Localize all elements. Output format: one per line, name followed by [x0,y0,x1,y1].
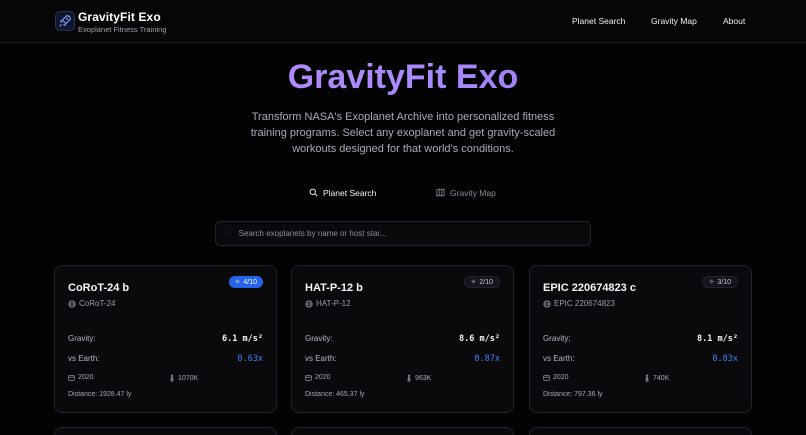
host-star-name: EPIC 220674823 [554,299,615,308]
globe-icon [305,299,313,308]
vs-earth-value: 0.83x [712,354,738,364]
rocket-icon[interactable] [55,11,75,31]
host-star-name: CoRoT-24 [79,299,116,308]
sparkle-icon: ✧ [708,279,715,286]
discovery-year: 2020 [68,374,94,381]
year-value: 2020 [553,374,569,381]
globe-icon [543,299,551,308]
vs-earth-value: 0.63x [237,354,263,364]
search-icon [309,188,318,199]
hero-description: Transform NASA's Exoplanet Archive into … [250,111,556,155]
planet-card-corot-24-b[interactable]: CoRoT-24 b CoRoT-24 ✧ 4/10 Gravity: 6.1 m… [54,265,277,413]
discovery-year: 2020 [305,374,331,381]
difficulty-value: 2/10 [479,278,493,286]
tab-planet-search[interactable]: Planet Search [309,186,376,200]
top-navbar: GravityFit Exo Exoplanet Fitness Trainin… [0,0,806,43]
hero-title: GravityFit Exo [0,58,806,97]
vs-earth-label: vs Earth: [305,354,337,363]
sparkle-icon: ✧ [234,279,241,286]
tab-label: Planet Search [323,188,377,198]
thermometer-icon [407,374,411,382]
planet-card-hat-p-12-b[interactable]: HAT-P-12 b HAT-P-12 ✧ 2/10 Gravity: 8.6 m… [291,265,514,413]
gravity-label: Gravity: [543,334,571,343]
sparkle-icon: ✧ [470,279,477,286]
planet-card-partial[interactable] [54,427,277,435]
search-input[interactable] [238,229,590,238]
brand-subtitle: Exoplanet Fitness Training [78,25,167,34]
gravity-label: Gravity: [305,334,333,343]
temperature-value: 740K [653,374,670,382]
nav-link-planet-search[interactable]: Planet Search [572,16,625,26]
search-bar [215,221,591,246]
gravity-value: 8.1 m/s² [697,334,738,344]
difficulty-badge: ✧ 3/10 [701,276,738,288]
thermometer-icon [170,374,174,382]
planet-card-partial[interactable] [529,427,752,435]
temperature-value: 963K [415,374,432,382]
planet-name: CoRoT-24 b [68,282,130,294]
host-star: HAT-P-12 [305,299,351,308]
difficulty-value: 4/10 [243,278,257,286]
vs-earth-value: 0.87x [474,354,500,364]
temperature-readout: 1070K [169,374,198,382]
planet-name: HAT-P-12 b [305,282,363,294]
distance-text: Distance: 1928.47 ly [68,391,132,398]
year-value: 2020 [78,374,94,381]
temperature-readout: 740K [644,374,669,382]
brand-title[interactable]: GravityFit Exo [78,10,161,24]
gravity-value: 6.1 m/s² [222,334,263,344]
distance-text: Distance: 797.36 ly [543,391,603,398]
tab-gravity-map[interactable]: Gravity Map [436,186,496,200]
distance-text: Distance: 465.37 ly [305,391,365,398]
difficulty-value: 3/10 [717,278,731,286]
nav-link-about[interactable]: About [723,16,745,26]
calendar-icon [68,375,75,381]
temperature-value: 1070K [178,374,199,382]
map-icon [436,187,445,199]
vs-earth-label: vs Earth: [543,354,575,363]
planet-card-partial[interactable] [291,427,514,435]
host-star-name: HAT-P-12 [316,299,351,308]
vs-earth-label: vs Earth: [68,354,100,363]
discovery-year: 2020 [543,374,569,381]
calendar-icon [543,375,550,381]
calendar-icon [305,375,312,381]
search-icon [225,229,232,236]
thermometer-icon [645,374,649,382]
host-star: CoRoT-24 [68,299,115,308]
globe-icon [68,299,76,308]
gravity-value: 8.6 m/s² [459,334,500,344]
difficulty-badge: ✧ 4/10 [228,276,263,288]
tab-label: Gravity Map [450,188,496,198]
temperature-readout: 963K [406,374,431,382]
gravity-label: Gravity: [68,334,96,343]
host-star: EPIC 220674823 [543,299,615,308]
planet-name: EPIC 220674823 c [543,282,636,294]
difficulty-badge: ✧ 2/10 [463,276,500,288]
nav-link-gravity-map[interactable]: Gravity Map [651,16,697,26]
year-value: 2020 [315,374,331,381]
planet-card-epic-220674823-c[interactable]: EPIC 220674823 c EPIC 220674823 ✧ 3/10 Gr… [529,265,752,413]
